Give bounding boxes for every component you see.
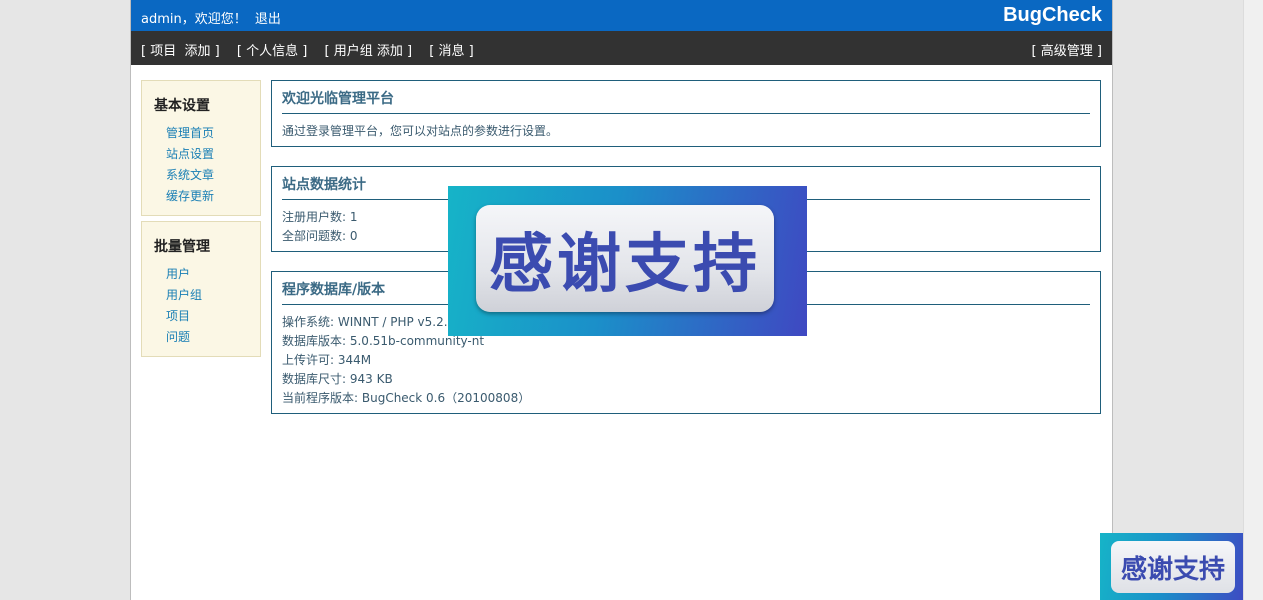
nav-group-messages: [ 消息 ] <box>429 44 474 59</box>
nav-group-advanced: [ 高级管理 ] <box>1031 44 1102 59</box>
thanks-banner-small-plate: 感谢支持 <box>1111 541 1235 593</box>
sidebar-item-cache-update[interactable]: 缓存更新 <box>166 189 214 203</box>
nav-group-usergroup: [ 用户组 添加 ] <box>324 44 413 59</box>
vertical-scrollbar[interactable] <box>1243 0 1263 600</box>
sidebar-basic-title: 基本设置 <box>154 98 210 114</box>
nav-usergroup-add-link[interactable]: 添加 <box>377 44 403 59</box>
sidebar-item-admin-home[interactable]: 管理首页 <box>166 126 214 140</box>
brand-logo: BugCheck <box>1003 4 1102 26</box>
sidebar-item-system-articles[interactable]: 系统文章 <box>166 168 214 182</box>
thanks-banner-small[interactable]: 感谢支持 <box>1100 533 1247 600</box>
greeting-text: admin，欢迎您！ <box>141 12 247 27</box>
nav-project-add-link[interactable]: 添加 <box>185 44 211 59</box>
sidebar-batch-management: 批量管理 用户 用户组 项目 问题 <box>141 221 261 357</box>
welcome-text: 通过登录管理平台，您可以对站点的参数进行设置。 <box>282 124 559 138</box>
nav-messages-link[interactable]: 消息 <box>438 44 464 59</box>
nav-advanced-link[interactable]: 高级管理 <box>1041 44 1093 59</box>
sidebar-basic-settings: 基本设置 管理首页 站点设置 系统文章 缓存更新 <box>141 80 261 216</box>
version-db-size: 数据库尺寸: 943 KB <box>282 372 393 386</box>
main-nav: [ 项目 添加 ] [ 个人信息 ] [ 用户组 添加 ] [ 消息 ] [ 高… <box>131 31 1112 65</box>
nav-project-link[interactable]: 项目 <box>150 44 176 59</box>
sidebar-item-users[interactable]: 用户 <box>166 267 190 281</box>
nav-group-project: [ 项目 添加 ] <box>141 44 220 59</box>
welcome-panel: 欢迎光临管理平台 通过登录管理平台，您可以对站点的参数进行设置。 <box>271 80 1101 147</box>
logout-link[interactable]: 退出 <box>255 12 281 27</box>
version-program: 当前程序版本: BugCheck 0.6（20100808） <box>282 391 531 405</box>
nav-group-profile: [ 个人信息 ] <box>236 44 308 59</box>
version-upload-limit: 上传许可: 344M <box>282 353 372 367</box>
nav-profile-link[interactable]: 个人信息 <box>246 44 298 59</box>
top-bar: admin，欢迎您！ 退出 BugCheck <box>131 0 1112 31</box>
thanks-banner-large[interactable]: 感谢支持 <box>448 186 807 336</box>
welcome-title: 欢迎光临管理平台 <box>282 81 1090 114</box>
sidebar-item-usergroups[interactable]: 用户组 <box>166 288 202 302</box>
sidebar-item-site-settings[interactable]: 站点设置 <box>166 147 214 161</box>
nav-usergroup-link[interactable]: 用户组 <box>334 44 373 59</box>
user-greeting: admin，欢迎您！ 退出 <box>141 8 281 27</box>
sidebar-item-issues[interactable]: 问题 <box>166 330 190 344</box>
thanks-banner-text: 感谢支持 <box>489 227 761 302</box>
sidebar-item-projects[interactable]: 项目 <box>166 309 190 323</box>
thanks-banner-small-text: 感谢支持 <box>1120 554 1225 585</box>
thanks-banner-plate: 感谢支持 <box>476 205 774 312</box>
sidebar-batch-title: 批量管理 <box>154 239 210 255</box>
